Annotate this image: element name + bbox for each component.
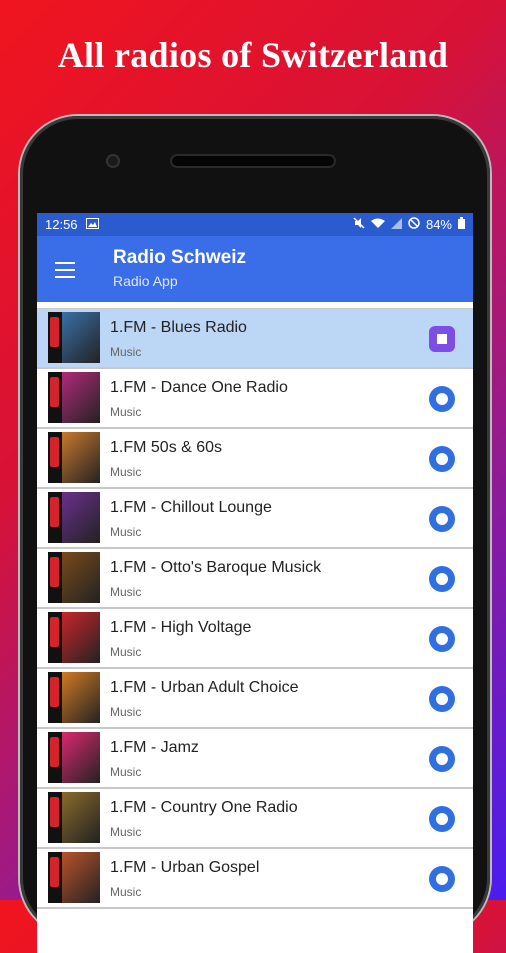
station-genre: Music	[110, 525, 142, 539]
station-row[interactable]: 1.FM - Dance One Radio Music	[37, 369, 473, 429]
battery-percent: 84%	[425, 217, 452, 232]
app-subtitle: Radio App	[113, 273, 178, 289]
station-name: 1.FM - Urban Gospel	[110, 859, 260, 876]
play-button[interactable]	[429, 626, 455, 652]
station-genre: Music	[110, 405, 142, 419]
battery-icon	[458, 217, 465, 232]
play-button[interactable]	[429, 746, 455, 772]
station-genre: Music	[110, 825, 142, 839]
station-list: 1.FM - Blues Radio Music 1.FM - Dance One …	[37, 302, 473, 909]
station-row[interactable]: 1.FM - Urban Adult Choice Music	[37, 669, 473, 729]
station-logo	[48, 372, 100, 423]
speaker-grille	[170, 154, 336, 168]
station-row[interactable]: 1.FM 50s & 60s Music	[37, 429, 473, 489]
app-bar: Radio Schweiz Radio App	[37, 236, 473, 302]
station-genre: Music	[110, 765, 142, 779]
play-button[interactable]	[429, 806, 455, 832]
station-logo	[48, 732, 100, 783]
station-logo	[48, 792, 100, 843]
station-name: 1.FM - High Voltage	[110, 619, 252, 636]
station-logo	[48, 672, 100, 723]
play-button[interactable]	[429, 866, 455, 892]
phone-frame: 12:56 84% Radio Schweiz Radio App 1.FM -…	[20, 116, 490, 953]
station-row[interactable]: 1.FM - Urban Gospel Music	[37, 849, 473, 909]
station-row[interactable]: 1.FM - Blues Radio Music	[37, 309, 473, 369]
station-genre: Music	[110, 885, 142, 899]
play-button[interactable]	[429, 446, 455, 472]
station-genre: Music	[110, 705, 142, 719]
wifi-icon	[370, 217, 385, 232]
play-button[interactable]	[429, 506, 455, 532]
station-name: 1.FM - Otto's Baroque Musick	[110, 559, 322, 576]
station-name: 1.FM 50s & 60s	[110, 439, 223, 456]
play-button[interactable]	[429, 386, 455, 412]
station-logo	[48, 552, 100, 603]
status-bar: 12:56 84%	[37, 213, 473, 236]
image-notification-icon	[85, 217, 99, 232]
station-logo	[48, 492, 100, 543]
blocked-icon	[408, 217, 420, 232]
station-row[interactable]: 1.FM - Jamz Music	[37, 729, 473, 789]
station-name: 1.FM - Chillout Lounge	[110, 499, 272, 516]
station-logo	[48, 612, 100, 663]
list-item-partial	[37, 302, 473, 309]
station-name: 1.FM - Country One Radio	[110, 799, 298, 816]
station-name: 1.FM - Blues Radio	[110, 319, 247, 336]
mute-icon	[353, 217, 365, 232]
play-button[interactable]	[429, 566, 455, 592]
phone-screen: 12:56 84% Radio Schweiz Radio App 1.FM -…	[37, 213, 473, 953]
station-row[interactable]: 1.FM - Chillout Lounge Music	[37, 489, 473, 549]
station-name: 1.FM - Dance One Radio	[110, 379, 288, 396]
stop-button[interactable]	[429, 326, 455, 352]
play-button[interactable]	[429, 686, 455, 712]
camera-icon	[106, 154, 120, 168]
station-genre: Music	[110, 345, 142, 359]
app-title: Radio Schweiz	[113, 247, 247, 268]
menu-icon[interactable]	[55, 262, 75, 283]
station-name: 1.FM - Jamz	[110, 739, 199, 756]
station-logo	[48, 432, 100, 483]
station-name: 1.FM - Urban Adult Choice	[110, 679, 299, 696]
status-icons: 84%	[353, 217, 465, 232]
station-logo	[48, 852, 100, 903]
station-genre: Music	[110, 465, 142, 479]
status-time: 12:56	[45, 217, 78, 232]
station-genre: Music	[110, 645, 142, 659]
signal-icon	[390, 217, 402, 232]
station-row[interactable]: 1.FM - Otto's Baroque Musick Music	[37, 549, 473, 609]
station-logo	[48, 312, 100, 363]
station-row[interactable]: 1.FM - Country One Radio Music	[37, 789, 473, 849]
station-row[interactable]: 1.FM - High Voltage Music	[37, 609, 473, 669]
promo-headline: All radios of Switzerland	[57, 35, 449, 75]
station-genre: Music	[110, 585, 142, 599]
